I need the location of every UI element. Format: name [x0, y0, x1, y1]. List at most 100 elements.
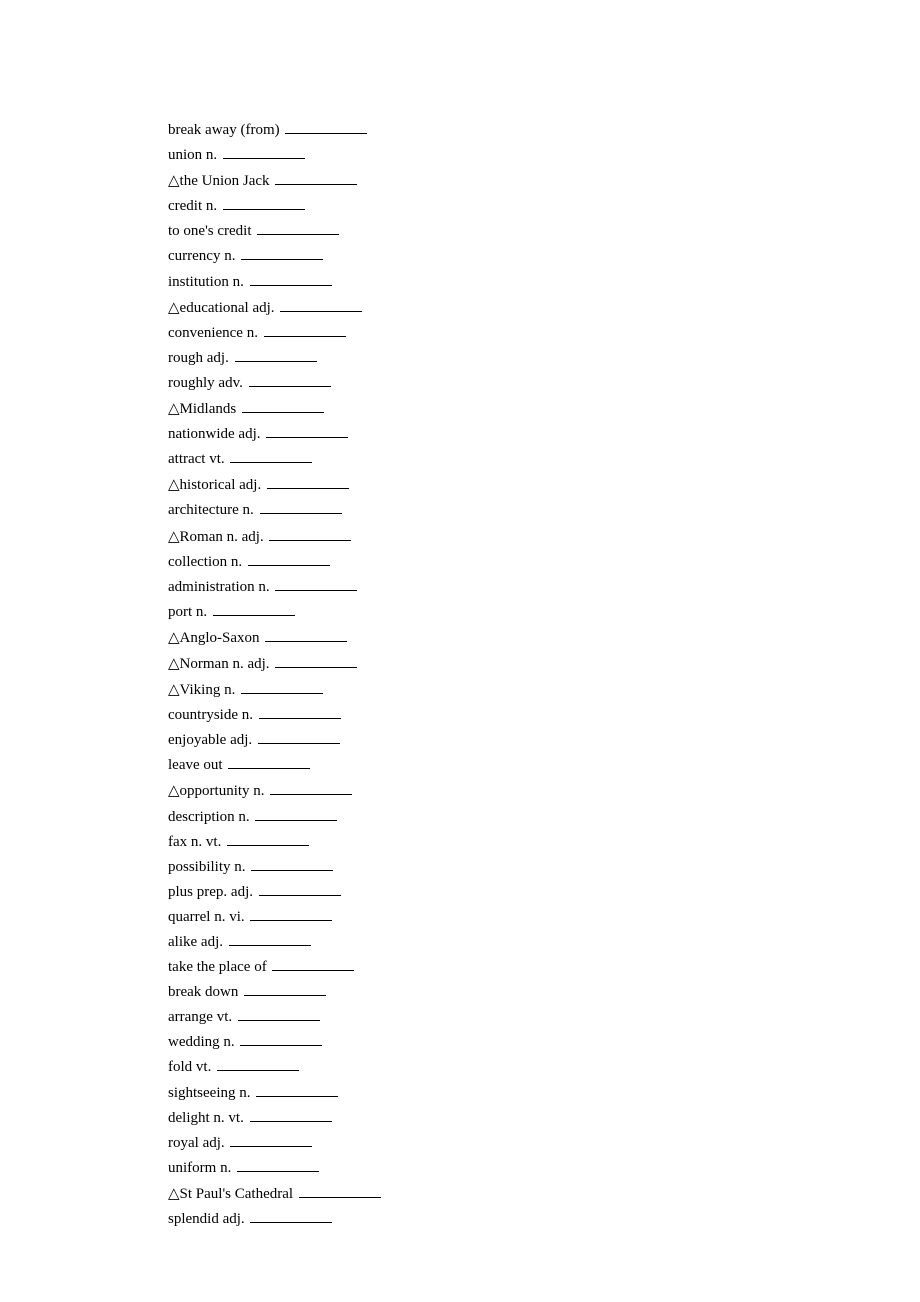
term-text: fax [168, 834, 187, 850]
fill-in-blank[interactable] [264, 323, 346, 337]
fill-in-blank[interactable] [259, 705, 341, 719]
fill-in-blank[interactable] [250, 1108, 332, 1122]
part-of-speech: n. [258, 579, 269, 595]
term-text: collection [168, 554, 227, 570]
vocab-entry: △Midlands [168, 396, 920, 422]
term-text: △Anglo-Saxon [168, 630, 260, 646]
fill-in-blank[interactable] [238, 1007, 320, 1021]
vocab-entry: fold vt. [168, 1055, 920, 1080]
fill-in-blank[interactable] [269, 527, 351, 541]
vocab-entry: roughly adv. [168, 371, 920, 396]
fill-in-blank[interactable] [230, 449, 312, 463]
vocab-entry: break down [168, 980, 920, 1005]
term-text: nationwide [168, 426, 235, 442]
part-of-speech: n. vt. [213, 1110, 243, 1126]
fill-in-blank[interactable] [259, 882, 341, 896]
term-text: alike [168, 934, 197, 950]
vocab-entry: break away (from) [168, 118, 920, 143]
vocab-entry: administration n. [168, 575, 920, 600]
fill-in-blank[interactable] [255, 807, 337, 821]
fill-in-blank[interactable] [223, 196, 305, 210]
term-text: △Roman [168, 529, 223, 545]
term-text: uniform [168, 1160, 216, 1176]
fill-in-blank[interactable] [260, 500, 342, 514]
part-of-speech: n. [231, 554, 242, 570]
fill-in-blank[interactable] [266, 424, 348, 438]
fill-in-blank[interactable] [237, 1158, 319, 1172]
fill-in-blank[interactable] [275, 171, 357, 185]
term-text: rough [168, 350, 203, 366]
part-of-speech: n. [253, 783, 264, 799]
part-of-speech: n. [243, 502, 254, 518]
fill-in-blank[interactable] [250, 272, 332, 286]
fill-in-blank[interactable] [251, 857, 333, 871]
fill-in-blank[interactable] [244, 982, 326, 996]
fill-in-blank[interactable] [285, 120, 367, 134]
vocab-entry: nationwide adj. [168, 422, 920, 447]
vocab-entry: △Viking n. [168, 677, 920, 703]
fill-in-blank[interactable] [228, 755, 310, 769]
term-text: arrange [168, 1009, 213, 1025]
fill-in-blank[interactable] [265, 628, 347, 642]
fill-in-blank[interactable] [213, 602, 295, 616]
fill-in-blank[interactable] [229, 932, 311, 946]
term-text: △opportunity [168, 783, 250, 799]
part-of-speech: n. [242, 707, 253, 723]
part-of-speech: vt. [217, 1009, 232, 1025]
fill-in-blank[interactable] [230, 1133, 312, 1147]
vocab-entry: attract vt. [168, 447, 920, 472]
fill-in-blank[interactable] [275, 577, 357, 591]
term-text: royal [168, 1135, 199, 1151]
vocab-entry: port n. [168, 600, 920, 625]
fill-in-blank[interactable] [272, 957, 354, 971]
term-text: △historical [168, 477, 235, 493]
vocab-entry: △the Union Jack [168, 168, 920, 194]
vocab-entry: institution n. [168, 270, 920, 295]
fill-in-blank[interactable] [270, 781, 352, 795]
fill-in-blank[interactable] [258, 730, 340, 744]
fill-in-blank[interactable] [249, 373, 331, 387]
vocab-entry: plus prep. adj. [168, 880, 920, 905]
term-text: convenience [168, 325, 243, 341]
vocab-entry: △educational adj. [168, 295, 920, 321]
fill-in-blank[interactable] [275, 654, 357, 668]
vocab-entry: quarrel n. vi. [168, 905, 920, 930]
fill-in-blank[interactable] [250, 1209, 332, 1223]
fill-in-blank[interactable] [235, 348, 317, 362]
fill-in-blank[interactable] [240, 1032, 322, 1046]
term-text: △Midlands [168, 401, 236, 417]
part-of-speech: adj. [239, 477, 261, 493]
fill-in-blank[interactable] [241, 246, 323, 260]
vocab-entry: sightseeing n. [168, 1081, 920, 1106]
term-text: take the place of [168, 959, 267, 975]
vocab-entry: leave out [168, 753, 920, 778]
fill-in-blank[interactable] [223, 145, 305, 159]
part-of-speech: n. vi. [214, 909, 244, 925]
fill-in-blank[interactable] [257, 221, 339, 235]
vocab-entry: royal adj. [168, 1131, 920, 1156]
fill-in-blank[interactable] [217, 1057, 299, 1071]
fill-in-blank[interactable] [299, 1184, 381, 1198]
vocab-entry: delight n. vt. [168, 1106, 920, 1131]
vocab-entry: alike adj. [168, 930, 920, 955]
part-of-speech: n. adj. [227, 529, 264, 545]
vocab-entry: △opportunity n. [168, 778, 920, 804]
fill-in-blank[interactable] [250, 907, 332, 921]
term-text: leave out [168, 757, 223, 773]
fill-in-blank[interactable] [256, 1083, 338, 1097]
part-of-speech: n. vt. [191, 834, 221, 850]
term-text: port [168, 604, 192, 620]
fill-in-blank[interactable] [227, 832, 309, 846]
term-text: △Norman [168, 656, 229, 672]
term-text: description [168, 809, 235, 825]
fill-in-blank[interactable] [280, 298, 362, 312]
part-of-speech: adj. [252, 300, 274, 316]
term-text: wedding [168, 1034, 220, 1050]
fill-in-blank[interactable] [267, 475, 349, 489]
part-of-speech: n. [224, 248, 235, 264]
fill-in-blank[interactable] [242, 399, 324, 413]
fill-in-blank[interactable] [241, 680, 323, 694]
fill-in-blank[interactable] [248, 552, 330, 566]
part-of-speech: n. [224, 682, 235, 698]
part-of-speech: n. [206, 198, 217, 214]
